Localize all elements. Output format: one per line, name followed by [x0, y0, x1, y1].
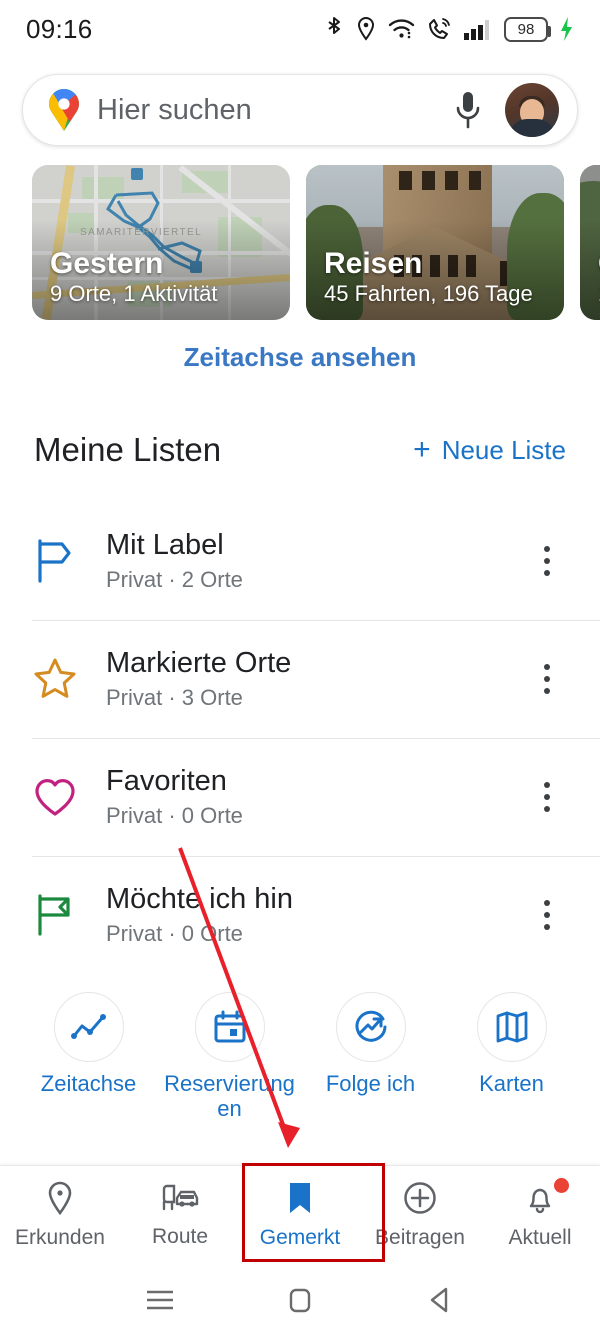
card-reisen[interactable]: Reisen 45 Fahrten, 196 Tage: [306, 165, 564, 320]
back-triangle-icon[interactable]: [410, 1280, 470, 1320]
page-title: Meine Listen: [34, 431, 222, 468]
trending-circle-icon: [335, 992, 406, 1062]
nav-label: Aktuell: [508, 1226, 572, 1249]
nav-item-erkunden[interactable]: Erkunden: [0, 1181, 120, 1250]
card-subtitle: 9 Orte, 1 Aktivität: [50, 280, 218, 306]
heart-outline-icon: [32, 775, 106, 819]
nav-item-aktuell[interactable]: Aktuell: [480, 1178, 600, 1250]
calendar-icon: [194, 992, 265, 1062]
list-item-subtitle: Privat · 3 Orte: [106, 685, 243, 711]
nav-label: Erkunden: [15, 1226, 105, 1249]
plus-icon: +: [413, 433, 431, 466]
list-item-title: Möchte ich hin: [106, 882, 293, 915]
list-item-moechte-ich-hin[interactable]: Möchte ich hin Privat · 0 Orte: [0, 856, 600, 974]
notification-badge: [554, 1178, 569, 1193]
recents-menu-icon[interactable]: [130, 1280, 190, 1320]
new-list-label: Neue Liste: [441, 434, 566, 465]
label-flag-icon: [32, 537, 106, 585]
google-maps-pin-icon: [45, 87, 83, 133]
card-title: Reisen: [324, 247, 423, 281]
status-icon-group: 98: [324, 16, 574, 42]
card-gestern[interactable]: SAMARITERVIERTEL Gestern 9 Orte, 1 Aktiv…: [32, 165, 290, 320]
wifi-icon: [388, 16, 415, 42]
new-list-button[interactable]: + Neue Liste: [413, 435, 566, 466]
nav-label: Route: [151, 1225, 209, 1248]
plus-circle-icon: [403, 1181, 437, 1220]
highlight-cards-carousel[interactable]: SAMARITERVIERTEL Gestern 9 Orte, 1 Aktiv…: [0, 165, 600, 320]
location-pin-icon: [45, 1181, 75, 1220]
timeline-chart-icon: [53, 992, 124, 1062]
bell-icon: [524, 1181, 556, 1220]
nav-label: Beitragen: [375, 1226, 465, 1249]
list-item-mit-label[interactable]: Mit Label Privat · 2 Orte: [0, 502, 600, 620]
list-item-title: Mit Label: [106, 528, 224, 561]
view-timeline-link[interactable]: Zeitachse ansehen: [0, 342, 600, 373]
list-item-title: Markierte Orte: [106, 646, 292, 679]
saved-lists: Mit Label Privat · 2 Orte Markierte Orte…: [0, 502, 600, 974]
directions-icon: [161, 1182, 199, 1219]
status-bar: 09:16 98: [0, 0, 600, 58]
quick-action-label: Karten: [479, 1071, 544, 1096]
quick-action-reservierungen[interactable]: Reservierungen: [164, 992, 296, 1121]
quick-action-karten[interactable]: Karten: [446, 992, 578, 1097]
map-folded-icon: [476, 992, 547, 1062]
list-item-title: Favoriten: [106, 764, 227, 797]
bluetooth-icon: [324, 16, 344, 42]
quick-action-label: Zeitachse: [40, 1071, 137, 1096]
list-item-markierte-orte[interactable]: Markierte Orte Privat · 3 Orte: [0, 620, 600, 738]
nav-item-route[interactable]: Route: [120, 1182, 240, 1249]
overflow-menu-icon[interactable]: [524, 774, 570, 820]
star-outline-icon: [32, 656, 106, 702]
battery-percent-label: 98: [517, 20, 535, 38]
location-icon: [355, 16, 377, 42]
android-navigation-bar: [0, 1265, 600, 1334]
card-subtitle: 45 Fahrten, 196 Tage: [324, 280, 533, 306]
search-input[interactable]: Hier suchen: [97, 94, 431, 127]
list-item-subtitle: Privat · 2 Orte: [106, 567, 243, 593]
quick-action-label: Folge ich: [325, 1071, 416, 1096]
search-bar[interactable]: Hier suchen: [22, 74, 578, 146]
avatar-body: [509, 119, 555, 137]
overflow-menu-icon[interactable]: [524, 892, 570, 938]
overflow-menu-icon[interactable]: [524, 656, 570, 702]
charging-bolt-icon: [559, 16, 574, 42]
card-third-partial[interactable]: O 1: [580, 165, 600, 320]
status-time: 09:16: [26, 13, 93, 44]
home-square-icon[interactable]: [270, 1280, 330, 1320]
microphone-icon[interactable]: [445, 84, 491, 136]
call-wifi-icon: [426, 16, 452, 42]
quick-action-folge-ich[interactable]: Folge ich: [305, 992, 437, 1097]
overflow-menu-icon[interactable]: [524, 538, 570, 584]
phone-screen: 09:16 98 Hier suchen Gestern 9 Orte, 1 A…: [0, 0, 600, 1334]
card-title: Gestern: [50, 247, 164, 281]
signal-icon: [463, 16, 493, 42]
list-item-subtitle: Privat · 0 Orte: [106, 803, 243, 829]
flag-outline-icon: [32, 891, 106, 939]
list-item-subtitle: Privat · 0 Orte: [106, 921, 243, 947]
quick-actions-row: Zeitachse Reservierungen Folge ich Karte…: [0, 992, 600, 1127]
quick-action-label: Reservierungen: [164, 1071, 295, 1121]
highlight-box-gemerkt: [242, 1163, 385, 1262]
avatar[interactable]: [505, 83, 559, 137]
quick-action-zeitachse[interactable]: Zeitachse: [23, 992, 155, 1097]
list-item-favoriten[interactable]: Favoriten Privat · 0 Orte: [0, 738, 600, 856]
battery-icon: 98: [504, 16, 551, 42]
my-lists-header: Meine Listen + Neue Liste: [0, 422, 600, 478]
